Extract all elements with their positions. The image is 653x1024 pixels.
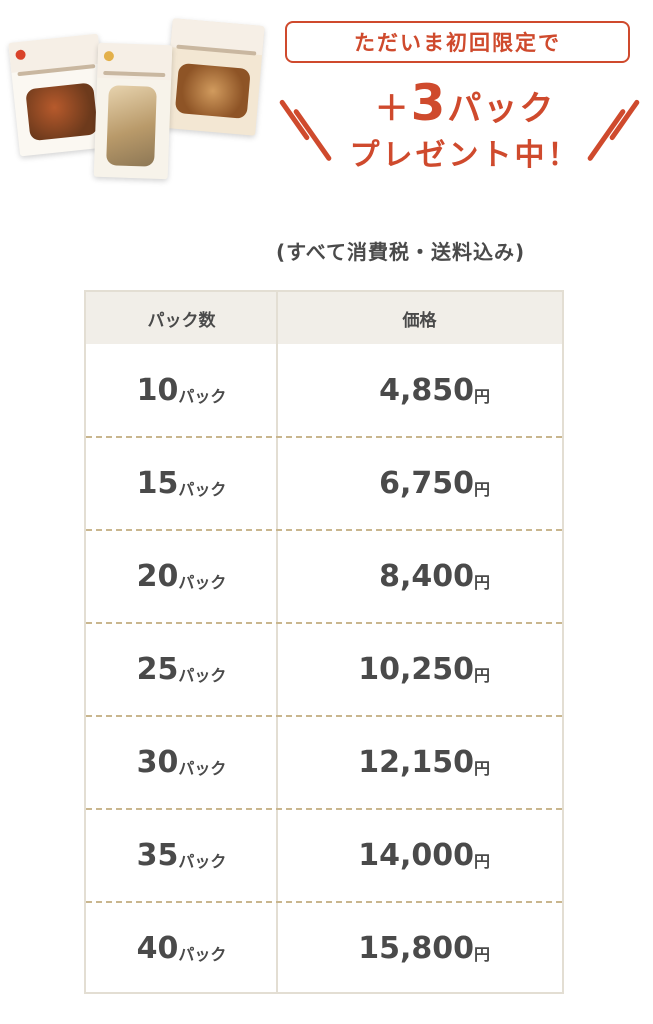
table-row: 40 パック 15,800 円 [86, 901, 562, 995]
pack-count-cell: 25 パック [86, 623, 277, 716]
yen-unit: 円 [473, 572, 490, 592]
pack-count-cell: 10 パック [86, 344, 277, 437]
header-pack-count: パック数 [147, 310, 216, 331]
yen-unit: 円 [473, 665, 490, 685]
pack-count-value: 15 [136, 466, 179, 501]
tax-note: (すべて消費税・送料込み) [276, 240, 526, 264]
pack-count-value: 40 [136, 931, 179, 966]
pack-unit: パック [178, 479, 227, 499]
price-cell: 4,850 円 [277, 344, 562, 437]
pack-count-cell: 40 パック [86, 902, 277, 995]
table-row: 20 パック 8,400 円 [86, 529, 562, 623]
yen-unit: 円 [473, 758, 490, 778]
table-row: 35 パック 14,000 円 [86, 808, 562, 902]
pack-unit: パック [178, 665, 227, 685]
price-value: 6,750 [379, 466, 474, 501]
table-body: 10 パック 4,850 円 15 パック 6,750 円 20 パック 8,400 円 25 パック 10… [86, 344, 562, 995]
yen-unit: 円 [473, 386, 490, 406]
plus-sign: ＋ [374, 89, 411, 129]
pack-unit: パック [178, 758, 227, 778]
price-value: 8,400 [379, 559, 474, 594]
product-package-image [93, 42, 173, 180]
price-value: 15,800 [358, 931, 474, 966]
table-row: 30 パック 12,150 円 [86, 715, 562, 809]
table-row: 25 パック 10,250 円 [86, 622, 562, 716]
price-value: 12,150 [358, 745, 474, 780]
pack-unit: パック [178, 386, 227, 406]
table-row: 15 パック 6,750 円 [86, 436, 562, 530]
price-cell: 12,150 円 [277, 716, 562, 809]
pack-count-value: 25 [136, 652, 179, 687]
promo-limited-label: ただいま初回限定で [285, 21, 630, 63]
pack-count-cell: 20 パック [86, 530, 277, 623]
price-value: 14,000 [358, 838, 474, 873]
yen-unit: 円 [473, 479, 490, 499]
price-cell: 10,250 円 [277, 623, 562, 716]
table-header: パック数 価格 [86, 292, 562, 344]
pack-count-value: 30 [136, 745, 179, 780]
promo-present-text: プレゼント中！ [349, 138, 581, 173]
price-cell: 8,400 円 [277, 530, 562, 623]
price-table: パック数 価格 10 パック 4,850 円 15 パック 6,750 円 20 パック 8,400… [84, 290, 564, 994]
yen-unit: 円 [473, 851, 490, 871]
yen-unit: 円 [473, 944, 490, 964]
promo-headline: ＋3パック プレゼント中！ [320, 78, 610, 178]
promo-banner: ただいま初回限定で ＋3パック プレゼント中！ [0, 0, 653, 200]
pack-count-value: 20 [136, 559, 179, 594]
header-price: 価格 [402, 310, 437, 331]
price-cell: 14,000 円 [277, 809, 562, 902]
pack-count-value: 35 [136, 838, 179, 873]
product-package-image [163, 18, 265, 136]
price-value: 10,250 [358, 652, 474, 687]
price-cell: 15,800 円 [277, 902, 562, 995]
pack-unit: パック [178, 851, 227, 871]
pack-count-cell: 15 パック [86, 437, 277, 530]
price-cell: 6,750 円 [277, 437, 562, 530]
price-value: 4,850 [379, 373, 474, 408]
pack-unit: パック [178, 572, 227, 592]
pack-count-cell: 35 パック [86, 809, 277, 902]
bonus-count: 3 [410, 74, 448, 132]
bonus-unit: パック [447, 89, 556, 129]
pack-unit: パック [178, 944, 227, 964]
table-row: 10 パック 4,850 円 [86, 344, 562, 437]
pack-count-cell: 30 パック [86, 716, 277, 809]
pack-count-value: 10 [136, 373, 179, 408]
